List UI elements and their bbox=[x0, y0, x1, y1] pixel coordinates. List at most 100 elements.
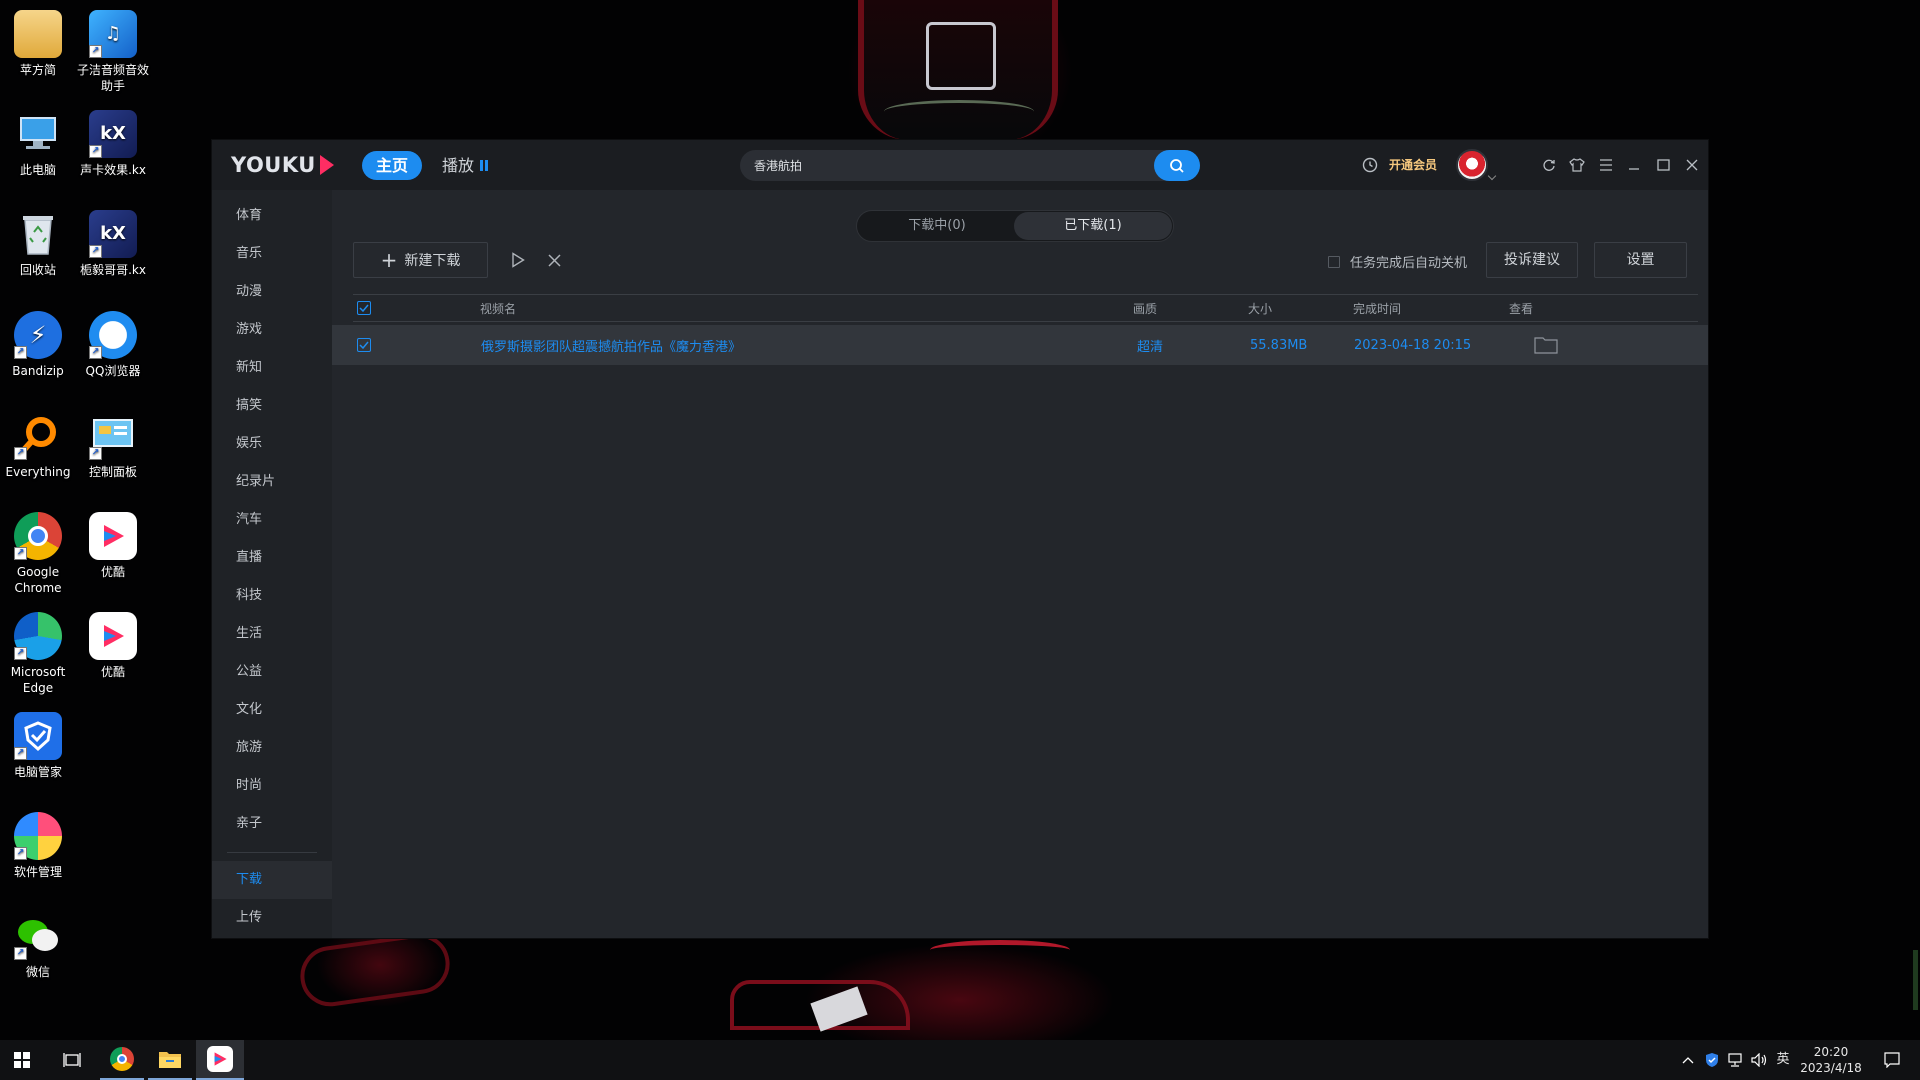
volume-icon bbox=[1751, 1053, 1767, 1067]
row-quality: 超清 bbox=[1137, 339, 1164, 355]
sidebar-item-comedy[interactable]: 搞笑 bbox=[212, 387, 332, 425]
new-download-button[interactable]: + 新建下载 bbox=[353, 242, 488, 278]
select-all-checkbox[interactable] bbox=[357, 301, 371, 315]
delete-button[interactable] bbox=[544, 250, 564, 270]
tray-network-icon[interactable] bbox=[1726, 1040, 1746, 1080]
edge-icon: ↗ bbox=[14, 612, 62, 660]
sidebar-item-auto[interactable]: 汽车 bbox=[212, 501, 332, 539]
header-quality: 画质 bbox=[1133, 301, 1158, 316]
tab-downloaded[interactable]: 已下载(1) bbox=[1014, 212, 1172, 240]
task-view-button[interactable] bbox=[52, 1040, 92, 1080]
desktop-icon-kx-effect[interactable]: kX ↗ 声卡效果.kx bbox=[76, 110, 150, 178]
start-all-button[interactable] bbox=[508, 250, 528, 270]
title-bar: YOUKU 主页 播放 开通会员 bbox=[212, 140, 1708, 190]
desktop-icon-this-pc[interactable]: 此电脑 bbox=[1, 110, 75, 178]
wechat-icon: ↗ bbox=[14, 912, 62, 960]
menu-icon[interactable] bbox=[1596, 155, 1616, 175]
tray-clock[interactable]: 20:20 2023/4/18 bbox=[1796, 1044, 1866, 1076]
tab-downloading[interactable]: 下载中(0) bbox=[858, 212, 1016, 240]
desktop-icon-wechat[interactable]: ↗ 微信 bbox=[1, 912, 75, 980]
youku-logo[interactable]: YOUKU bbox=[231, 152, 334, 178]
desktop-icon-label: 微信 bbox=[25, 965, 50, 979]
tray-date: 2023/4/18 bbox=[1800, 1061, 1862, 1075]
sidebar-item-charity[interactable]: 公益 bbox=[212, 653, 332, 691]
tray-volume-icon[interactable] bbox=[1748, 1040, 1770, 1080]
sidebar-item-life[interactable]: 生活 bbox=[212, 615, 332, 653]
start-button[interactable] bbox=[0, 1040, 44, 1080]
network-icon bbox=[1728, 1053, 1742, 1067]
desktop-icon-software-manager[interactable]: ↗ 软件管理 bbox=[1, 812, 75, 880]
tray-ime-indicator[interactable]: 英 bbox=[1772, 1052, 1794, 1068]
user-avatar[interactable] bbox=[1456, 149, 1488, 181]
sidebar-divider bbox=[227, 852, 317, 853]
settings-button[interactable]: 设置 bbox=[1594, 242, 1687, 278]
desktop-icon-bandizip[interactable]: ⚡ ↗ Bandizip bbox=[1, 311, 75, 379]
skin-shirt-icon[interactable] bbox=[1567, 155, 1587, 175]
refresh-icon[interactable] bbox=[1539, 155, 1559, 175]
desktop-icon-everything[interactable]: ↗ Everything bbox=[1, 412, 75, 480]
desktop-icon-youku[interactable]: 优酷 bbox=[76, 512, 150, 580]
desktop-icon-label: 声卡效果.kx bbox=[80, 163, 146, 177]
tray-security-icon[interactable] bbox=[1702, 1040, 1722, 1080]
notification-center-button[interactable] bbox=[1872, 1040, 1912, 1080]
desktop-icon-label: 优酷 bbox=[100, 565, 125, 579]
tray-expand-button[interactable] bbox=[1678, 1040, 1698, 1080]
auto-shutdown-checkbox[interactable] bbox=[1328, 255, 1340, 268]
sidebar-item-parenting[interactable]: 亲子 bbox=[212, 805, 332, 843]
desktop-icon-kx-zhiyi[interactable]: kX ↗ 栀毅哥哥.kx bbox=[76, 210, 150, 278]
desktop-icon-label: Bandizip bbox=[12, 364, 64, 378]
row-video-name[interactable]: 俄罗斯摄影团队超震撼航拍作品《魔力香港》 bbox=[481, 325, 741, 365]
pc-manager-icon: ↗ bbox=[14, 712, 62, 760]
open-vip-link[interactable]: 开通会员 bbox=[1389, 154, 1437, 176]
history-clock-icon[interactable] bbox=[1362, 157, 1378, 177]
sidebar-item-fashion[interactable]: 时尚 bbox=[212, 767, 332, 805]
folder-icon bbox=[1534, 337, 1558, 354]
sidebar-item-upload[interactable]: 上传 bbox=[212, 899, 332, 937]
sidebar-item-anime[interactable]: 动漫 bbox=[212, 273, 332, 311]
open-folder-button[interactable] bbox=[1534, 325, 1558, 365]
row-checkbox[interactable] bbox=[357, 338, 371, 352]
desktop-icon-qq-browser[interactable]: ↗ QQ浏览器 bbox=[76, 311, 150, 379]
youku-icon bbox=[89, 512, 137, 560]
desktop-icon-pingfang[interactable]: 苹方简 bbox=[1, 10, 75, 78]
sidebar-item-knowledge[interactable]: 新知 bbox=[212, 349, 332, 387]
sidebar-item-games[interactable]: 游戏 bbox=[212, 311, 332, 349]
sidebar-item-music[interactable]: 音乐 bbox=[212, 235, 332, 273]
maximize-icon[interactable] bbox=[1653, 155, 1673, 175]
search-input[interactable] bbox=[754, 150, 1134, 181]
desktop-icon-youku-2[interactable]: 优酷 bbox=[76, 612, 150, 680]
header-view: 查看 bbox=[1509, 301, 1534, 316]
desktop-icon-control-panel[interactable]: ↗ 控制面板 bbox=[76, 412, 150, 480]
sidebar-item-tech[interactable]: 科技 bbox=[212, 577, 332, 615]
close-icon[interactable] bbox=[1682, 155, 1702, 175]
table-row[interactable]: 俄罗斯摄影团队超震撼航拍作品《魔力香港》 超清 55.83MB 2023-04-… bbox=[332, 325, 1708, 365]
taskbar-youku[interactable] bbox=[196, 1040, 244, 1080]
sidebar-item-download[interactable]: 下载 bbox=[212, 861, 332, 899]
minimize-icon[interactable] bbox=[1624, 155, 1644, 175]
sidebar-item-culture[interactable]: 文化 bbox=[212, 691, 332, 729]
nav-play-button[interactable]: 播放 bbox=[442, 151, 489, 180]
desktop-icon-pc-manager[interactable]: ↗ 电脑管家 bbox=[1, 712, 75, 780]
software-manager-icon: ↗ bbox=[14, 812, 62, 860]
desktop-icon-edge[interactable]: ↗ Microsoft Edge bbox=[1, 612, 75, 696]
desktop-icon-label: 栀毅哥哥.kx bbox=[80, 263, 146, 277]
feedback-button[interactable]: 投诉建议 bbox=[1486, 242, 1578, 278]
desktop-icon-recycle-bin[interactable]: 回收站 bbox=[1, 210, 75, 278]
desktop-icon-chrome[interactable]: ↗ Google Chrome bbox=[1, 512, 75, 596]
auto-shutdown-option[interactable]: 任务完成后自动关机 bbox=[1328, 252, 1467, 271]
sidebar-item-sports[interactable]: 体育 bbox=[212, 197, 332, 235]
play-icon bbox=[512, 252, 525, 268]
sidebar-item-live[interactable]: 直播 bbox=[212, 539, 332, 577]
sidebar-item-travel[interactable]: 旅游 bbox=[212, 729, 332, 767]
nav-home-button[interactable]: 主页 bbox=[362, 151, 422, 180]
taskbar-file-explorer[interactable] bbox=[148, 1040, 192, 1080]
search-button[interactable] bbox=[1154, 150, 1200, 181]
desktop-icon-label: 软件管理 bbox=[13, 865, 62, 879]
row-size: 55.83MB bbox=[1250, 337, 1308, 353]
sidebar-item-entertainment[interactable]: 娱乐 bbox=[212, 425, 332, 463]
taskbar-chrome[interactable] bbox=[100, 1040, 144, 1080]
wallpaper-robot-head bbox=[858, 0, 1058, 140]
chevron-up-icon bbox=[1682, 1057, 1694, 1064]
sidebar-item-documentary[interactable]: 纪录片 bbox=[212, 463, 332, 501]
desktop-icon-audio-helper[interactable]: ♫ ↗ 子洁音频音效助手 bbox=[76, 10, 150, 94]
